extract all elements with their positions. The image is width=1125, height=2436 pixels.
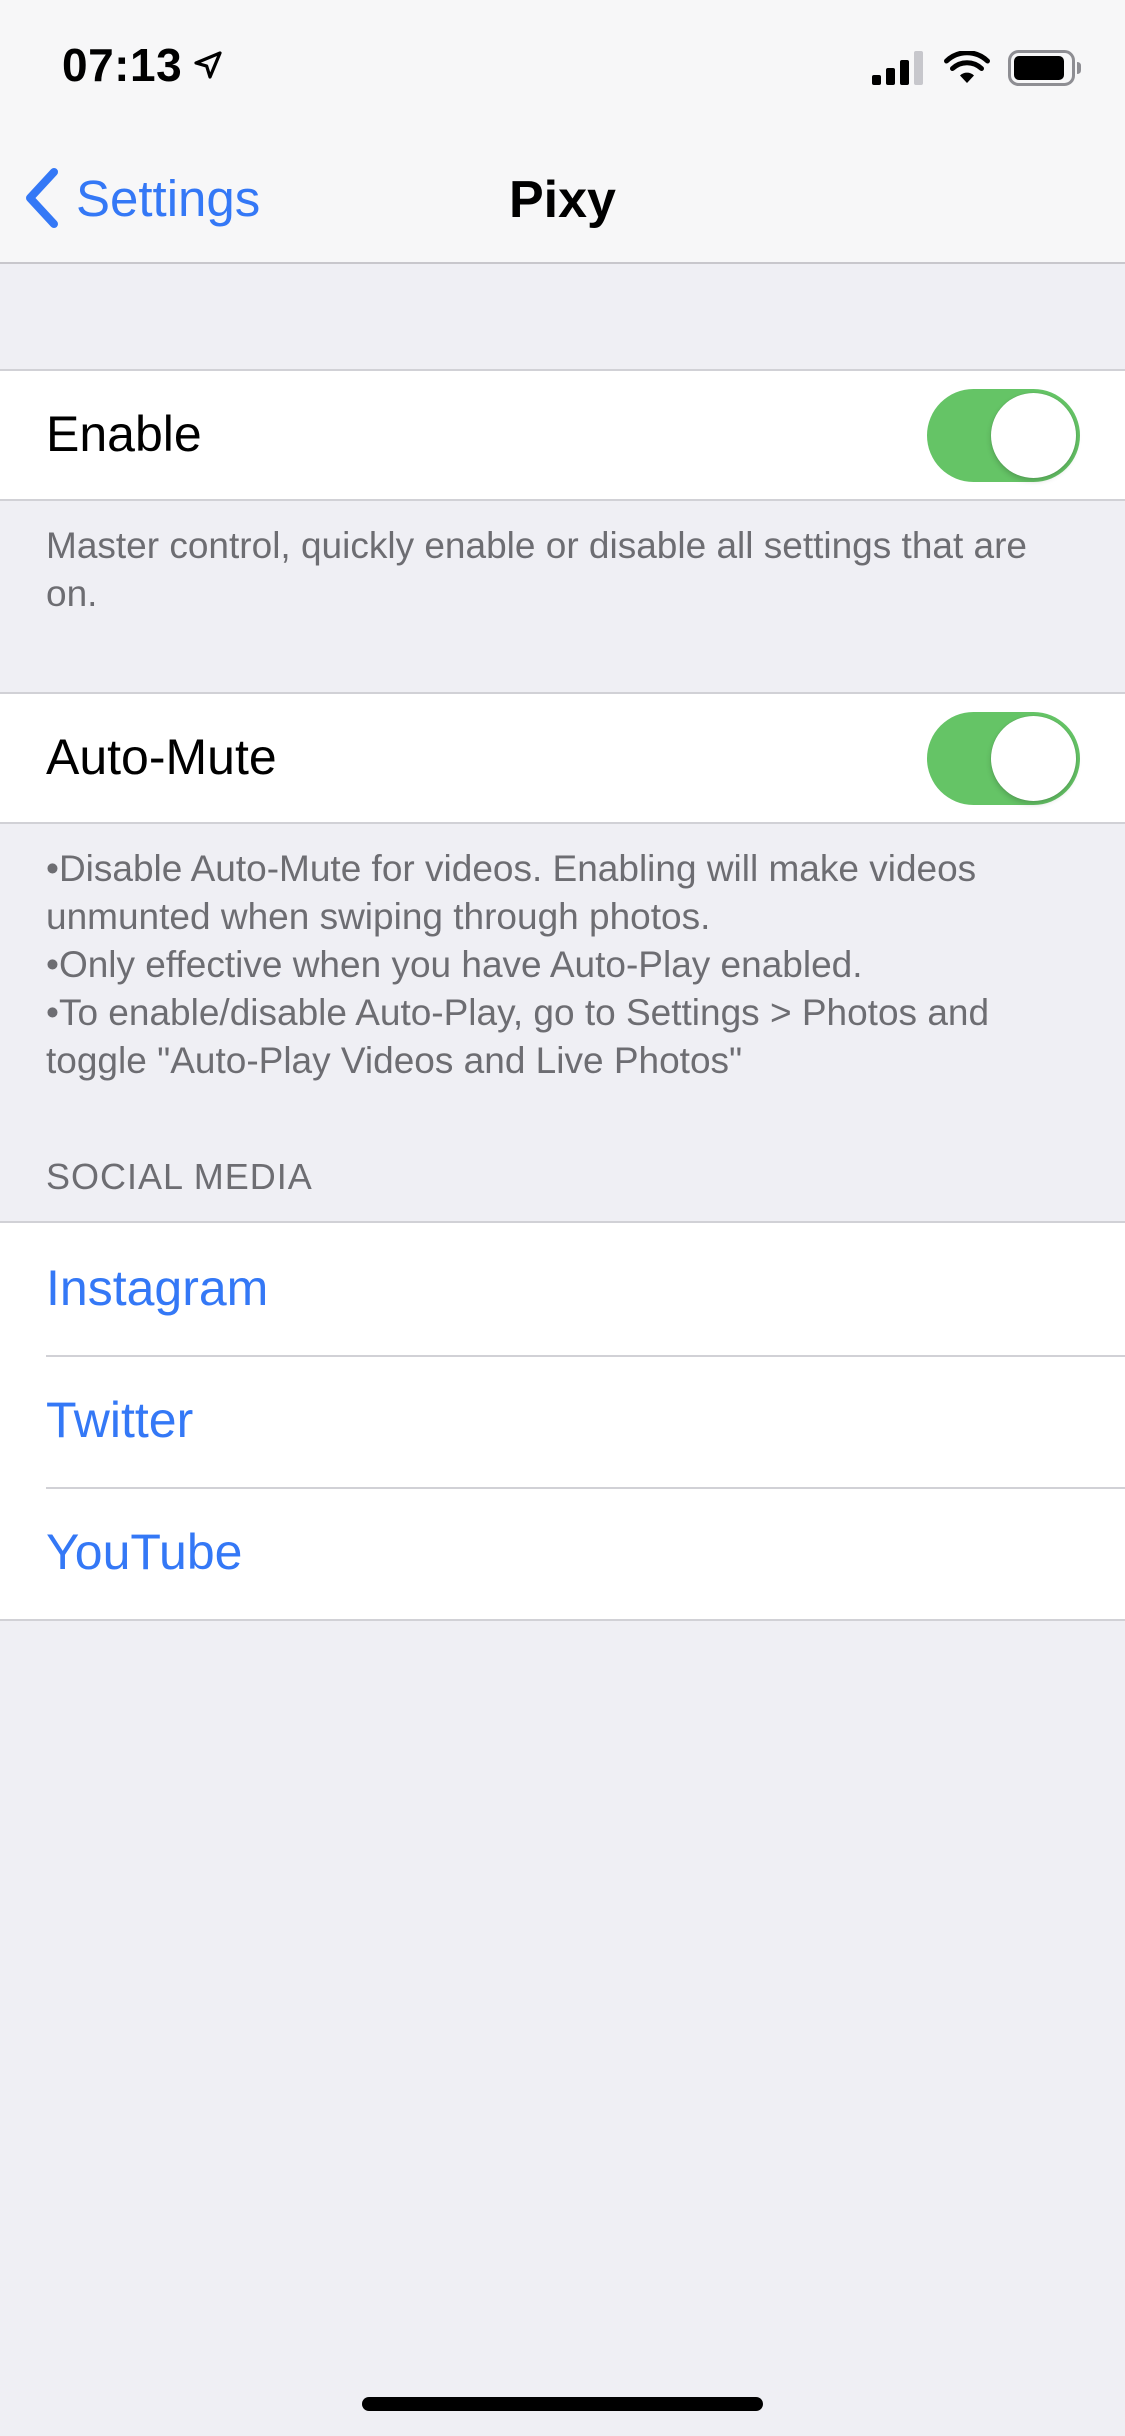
- status-time-group: 07:13: [62, 38, 224, 92]
- enable-cell: Enable: [0, 369, 1125, 501]
- cellular-signal-icon: [872, 51, 923, 85]
- section-header-social-media: SOCIAL MEDIA: [46, 1156, 313, 1197]
- instagram-link-label: Instagram: [46, 1260, 269, 1316]
- enable-footer: Master control, quickly enable or disabl…: [46, 525, 1028, 614]
- navigation-bar: Settings Pixy: [0, 132, 1125, 264]
- twitter-link[interactable]: Twitter: [0, 1355, 1125, 1487]
- social-media-group: Instagram Twitter YouTube: [0, 1221, 1125, 1621]
- auto-mute-toggle[interactable]: [927, 712, 1080, 805]
- wifi-icon: [944, 51, 990, 83]
- status-indicators: [872, 50, 1082, 86]
- enable-label: Enable: [46, 406, 202, 462]
- toggle-knob: [991, 716, 1076, 801]
- youtube-link-label: YouTube: [46, 1524, 243, 1580]
- auto-mute-footer-line: •Disable Auto-Mute for videos. Enabling …: [46, 848, 977, 937]
- battery-icon: [1008, 50, 1081, 86]
- status-bar: 07:13: [0, 0, 1125, 132]
- auto-mute-label: Auto-Mute: [46, 729, 277, 785]
- page-title: Pixy: [509, 171, 616, 229]
- toggle-knob: [991, 393, 1076, 478]
- auto-mute-footer: •Disable Auto-Mute for videos. Enabling …: [46, 845, 1086, 1085]
- enable-toggle[interactable]: [927, 389, 1080, 482]
- auto-mute-footer-line: •To enable/disable Auto-Play, go to Sett…: [46, 992, 990, 1081]
- home-indicator[interactable]: [362, 2397, 763, 2411]
- twitter-link-label: Twitter: [46, 1392, 194, 1448]
- youtube-link[interactable]: YouTube: [0, 1487, 1125, 1619]
- auto-mute-cell: Auto-Mute: [0, 692, 1125, 824]
- instagram-link[interactable]: Instagram: [0, 1223, 1125, 1355]
- auto-mute-footer-line: •Only effective when you have Auto-Play …: [46, 944, 863, 985]
- status-time: 07:13: [62, 39, 183, 91]
- location-arrow-icon: [194, 51, 222, 79]
